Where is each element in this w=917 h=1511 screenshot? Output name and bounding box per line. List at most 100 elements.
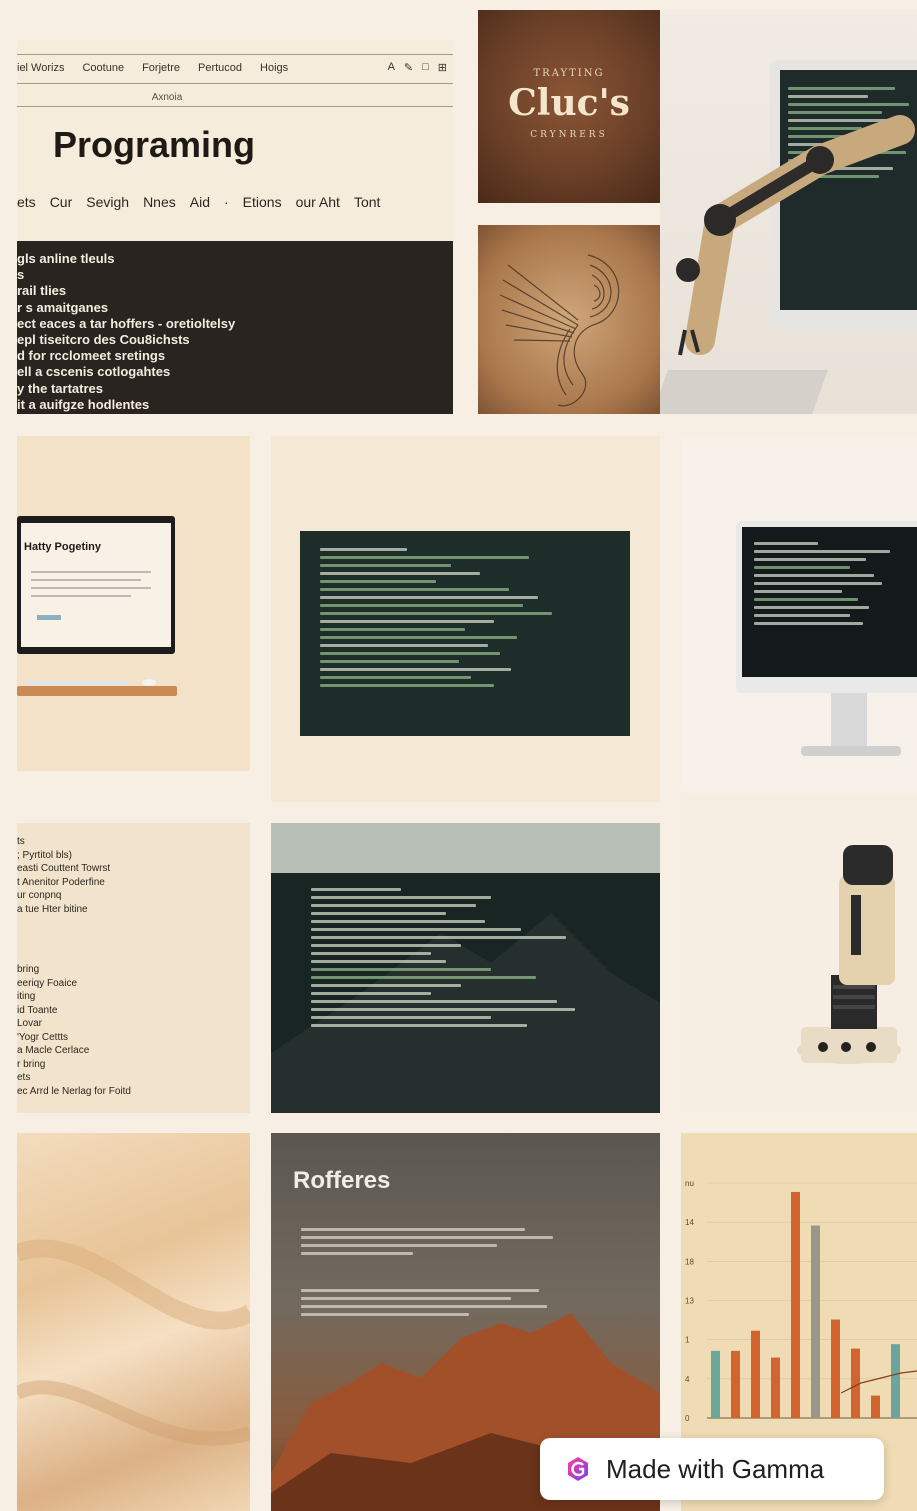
nav-item[interactable]: Hoigs xyxy=(260,62,288,74)
chart-bar xyxy=(731,1350,740,1418)
text-list-line: id Toante xyxy=(17,1004,58,1016)
robot-camera-icon xyxy=(797,845,901,1064)
y-tick-label: 4 xyxy=(685,1375,690,1384)
text-list-group-a: ts ; Pyrtitol bls) easti Couttent Towrst t … xyxy=(17,835,110,916)
menu-item[interactable]: Cur xyxy=(50,194,73,210)
menu-item[interactable]: Sevigh xyxy=(86,194,129,210)
menu-item[interactable]: Etions xyxy=(243,194,282,210)
square-icon[interactable]: □ xyxy=(422,61,429,74)
robot-arm-icon xyxy=(676,115,915,356)
text-list-line: easti Couttent Towrst xyxy=(17,863,111,874)
code-editor-panel xyxy=(300,531,630,736)
y-tick-label: 18 xyxy=(685,1257,694,1266)
dark-panel-line: epl tiseitcro des Cou8ichsts xyxy=(17,332,190,348)
code-editor-tile xyxy=(271,436,660,802)
nav-item[interactable]: iel Worizs xyxy=(17,62,64,74)
text-list-line: bring xyxy=(17,964,40,975)
dark-panel-line: s xyxy=(17,267,25,283)
menu-item[interactable]: Aid xyxy=(190,194,210,210)
sketch-illustration-tile xyxy=(478,225,660,414)
chart-bar xyxy=(751,1330,760,1418)
small-monitor-screen: Hatty Pogetiny xyxy=(21,523,171,647)
imac-base xyxy=(801,746,901,756)
silk-fabric-tile xyxy=(17,1133,250,1511)
imac-tile xyxy=(681,436,917,791)
menu-item[interactable]: our Aht xyxy=(296,194,340,210)
y-tick-label: 0 xyxy=(685,1414,690,1423)
imac-display xyxy=(736,521,917,693)
nav-divider xyxy=(17,106,453,107)
dark-panel-line: d for rcclomeet sretings xyxy=(17,348,166,364)
text-list-line: r bring xyxy=(17,1058,46,1070)
programming-page-tile: iel Worizs Cootune Forjetre Pertucod Hoigs A… xyxy=(17,40,453,414)
text-list-tile: ts ; Pyrtitol bls) easti Couttent Towrst t … xyxy=(17,823,250,1113)
rofferes-title: Rofferes xyxy=(293,1167,391,1194)
text-list-line: ur conpnq xyxy=(17,890,62,901)
pencil-icon[interactable]: ✎ xyxy=(404,61,413,74)
text-list-group-b: bring eeriqy Foaice iting id Toante Lovar 'Yo… xyxy=(17,963,131,1098)
y-tick-label: 1 xyxy=(685,1336,690,1345)
small-monitor-button xyxy=(37,615,61,620)
code-mountain-header xyxy=(271,823,660,873)
robot-monitor-tile xyxy=(660,10,917,414)
dark-panel-line: ect eaces a tar hoffers - oretioltelsy xyxy=(17,315,236,331)
text-list-line: ets xyxy=(17,1072,31,1083)
y-tick-label: 14 xyxy=(685,1218,694,1227)
text-list-line: ec Arrd le Nerlag for Foitd xyxy=(17,1085,131,1097)
monitor-on-shelf-tile: Hatty Pogetiny xyxy=(17,436,250,771)
page-title: Programing xyxy=(53,124,256,165)
dark-panel-line: y the tartatres xyxy=(17,380,103,396)
menu-item[interactable]: · xyxy=(224,194,229,210)
dark-panel-lines: gls anline tleuls s rail tlies r s amaitgan… xyxy=(17,251,235,413)
chart-bar xyxy=(891,1344,900,1418)
silk-folds xyxy=(17,1239,250,1446)
menu-item[interactable]: Tont xyxy=(354,194,380,210)
menu-item[interactable]: Nnes xyxy=(143,194,176,210)
y-tick-label: 13 xyxy=(685,1297,694,1306)
dark-text-panel: gls anline tleuls s rail tlies r s amaitgan… xyxy=(17,241,453,414)
book-tagline: CRYNRERS xyxy=(530,130,608,140)
chart-bar xyxy=(791,1191,800,1418)
text-list-line: a Macle Cerlace xyxy=(17,1045,90,1056)
nav-subtitle: Axnoia xyxy=(151,92,183,103)
book-title: Cluc's xyxy=(508,82,630,124)
small-monitor: Hatty Pogetiny xyxy=(17,516,175,654)
sketch-drawing xyxy=(499,254,620,407)
nav-item[interactable]: Cootune xyxy=(82,62,124,74)
text-list-line: 'Yogr Cettts xyxy=(17,1031,69,1043)
chart-bar xyxy=(851,1348,860,1418)
text-list-line: t Anenitor Poderfine xyxy=(17,876,105,888)
gamma-logo-icon xyxy=(568,1457,588,1481)
text-list-line: a tue Hter bitine xyxy=(17,903,88,915)
nav-item[interactable]: Forjetre xyxy=(142,62,180,74)
small-monitor-title: Hatty Pogetiny xyxy=(24,541,102,553)
chart-bar xyxy=(771,1357,780,1418)
imac-screen xyxy=(742,527,917,677)
dark-panel-line: rail tlies xyxy=(17,283,67,299)
menu-item[interactable]: ets xyxy=(17,194,36,210)
chart-bar xyxy=(831,1319,840,1418)
text-list-line: ; Pyrtitol bls) xyxy=(17,849,73,861)
robot-camera-tile xyxy=(681,795,917,1113)
gamma-badge-label: Made with Gamma xyxy=(606,1453,825,1484)
dark-panel-line: it a auifgze hodlentes xyxy=(17,396,150,412)
text-list-line: eeriqy Foaice xyxy=(17,977,78,989)
grid-icon[interactable]: ⊞ xyxy=(438,61,447,74)
keyboard xyxy=(27,680,127,686)
toolbar-icons: A ✎ □ ⊞ xyxy=(388,61,447,74)
chart-bar xyxy=(871,1395,880,1418)
text-list-line: iting xyxy=(17,991,36,1002)
page-menu: ets Cur Sevigh Nnes Aid · Etions our Aht Tont xyxy=(17,194,380,210)
shelf xyxy=(17,686,177,696)
font-a-icon[interactable]: A xyxy=(388,61,395,74)
mouse xyxy=(142,679,156,686)
chart-bar xyxy=(711,1350,720,1418)
book-subtitle: TRAYTING xyxy=(533,68,605,79)
made-with-gamma-badge[interactable]: Made with Gamma xyxy=(540,1438,884,1500)
text-list-line: Lovar xyxy=(17,1018,43,1029)
nav-item[interactable]: Pertucod xyxy=(198,62,242,74)
text-list-line: ts xyxy=(17,836,25,847)
nav-items: iel Worizs Cootune Forjetre Pertucod Hoigs xyxy=(17,62,288,74)
dark-panel-line: gls anline tleuls xyxy=(17,251,115,266)
imac-stand xyxy=(831,693,867,753)
